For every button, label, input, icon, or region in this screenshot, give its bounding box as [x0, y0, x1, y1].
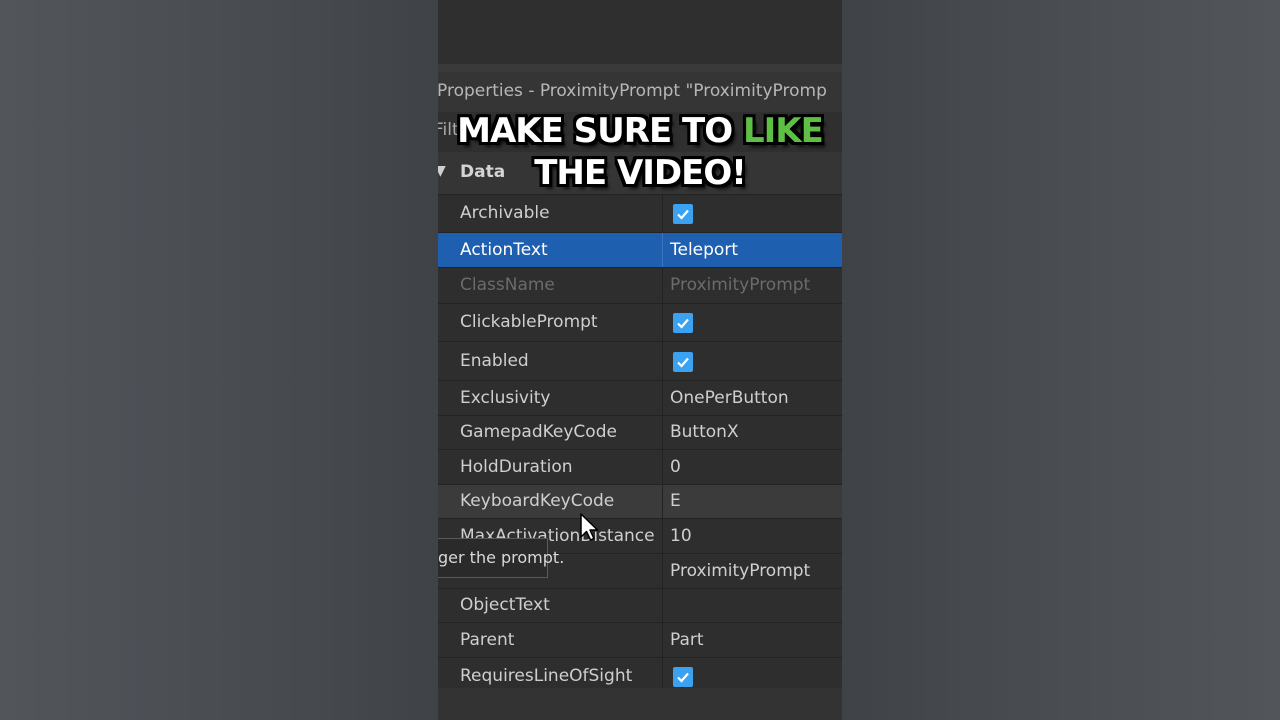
left-blur-background	[0, 0, 438, 720]
property-value[interactable]: E	[670, 491, 681, 511]
property-row-holdduration[interactable]: HoldDuration 0	[438, 450, 842, 485]
column-divider	[662, 342, 663, 380]
property-name: Exclusivity	[460, 388, 551, 408]
bottom-bar	[438, 688, 842, 720]
column-divider	[662, 195, 663, 232]
column-divider	[662, 589, 663, 622]
property-name: ActionText	[460, 240, 548, 260]
property-value[interactable]: ButtonX	[670, 422, 739, 442]
column-divider	[662, 304, 663, 341]
tooltip-text: ger the prompt.	[438, 548, 565, 567]
column-divider	[662, 450, 663, 484]
video-overlay-caption: MAKE SURE TO LIKE THE VIDEO!	[438, 110, 842, 194]
archivable-checkbox[interactable]	[673, 204, 693, 224]
mouse-cursor-icon	[580, 513, 599, 541]
property-value[interactable]: ProximityPrompt	[670, 561, 810, 581]
overlay-line-2: THE VIDEO!	[534, 153, 747, 193]
overlay-like-word: LIKE	[742, 111, 824, 151]
checkmark-icon	[677, 672, 689, 683]
property-name: ObjectText	[460, 595, 550, 615]
property-row-clickableprompt[interactable]: ClickablePrompt	[438, 304, 842, 342]
right-blur-background	[842, 0, 1280, 720]
top-bar	[438, 0, 842, 64]
column-divider	[662, 268, 663, 303]
property-row-gamepadkeycode[interactable]: GamepadKeyCode ButtonX	[438, 416, 842, 450]
property-row-actiontext[interactable]: ActionText Teleport	[438, 233, 842, 268]
property-value[interactable]: Part	[670, 630, 704, 650]
properties-panel: Properties - ProximityPrompt "ProximityP…	[438, 0, 842, 720]
property-value[interactable]: 10	[670, 526, 692, 546]
property-tooltip: ger the prompt.	[438, 538, 564, 578]
property-name: Enabled	[460, 351, 529, 371]
properties-title: Properties - ProximityPrompt "ProximityP…	[438, 81, 827, 101]
property-name: RequiresLineOfSight	[460, 666, 633, 686]
column-divider	[662, 658, 663, 688]
property-name: ClassName	[460, 275, 555, 295]
enabled-checkbox[interactable]	[673, 352, 693, 372]
property-name: KeyboardKeyCode	[460, 491, 615, 511]
property-row-enabled[interactable]: Enabled	[438, 342, 842, 381]
column-divider	[662, 485, 663, 518]
property-name: Archivable	[460, 203, 550, 223]
property-value[interactable]: 0	[670, 457, 681, 477]
requireslineofsight-checkbox[interactable]	[673, 667, 693, 687]
property-row-parent[interactable]: Parent Part	[438, 623, 842, 658]
property-value[interactable]: OnePerButton	[670, 388, 789, 408]
property-row-keyboardkeycode[interactable]: KeyboardKeyCode E	[438, 485, 842, 519]
column-divider	[662, 381, 663, 415]
overlay-line-1-prefix: MAKE SURE TO	[457, 111, 733, 151]
checkmark-icon	[677, 357, 689, 368]
properties-title-bar: Properties - ProximityPrompt "ProximityP…	[438, 72, 842, 112]
property-name: Parent	[460, 630, 515, 650]
property-row-archivable[interactable]: Archivable	[438, 195, 842, 233]
property-name: HoldDuration	[460, 457, 573, 477]
property-name: GamepadKeyCode	[460, 422, 617, 442]
clickableprompt-checkbox[interactable]	[673, 313, 693, 333]
column-divider	[662, 554, 663, 588]
column-divider	[662, 519, 663, 553]
checkmark-icon	[677, 209, 689, 220]
overlay-line-1: MAKE SURE TO LIKE	[438, 110, 842, 152]
property-row-classname: ClassName ProximityPrompt	[438, 268, 842, 304]
column-divider	[662, 233, 663, 267]
property-name: ClickablePrompt	[460, 312, 598, 332]
property-row-requireslineofsight[interactable]: RequiresLineOfSight	[438, 658, 842, 688]
column-divider	[662, 416, 663, 449]
checkmark-icon	[677, 318, 689, 329]
column-divider	[662, 623, 663, 657]
property-row-objecttext[interactable]: ObjectText	[438, 589, 842, 623]
property-value: ProximityPrompt	[670, 275, 811, 295]
property-row-exclusivity[interactable]: Exclusivity OnePerButton	[438, 381, 842, 416]
property-value[interactable]: Teleport	[670, 240, 738, 260]
panel-separator	[438, 64, 842, 72]
